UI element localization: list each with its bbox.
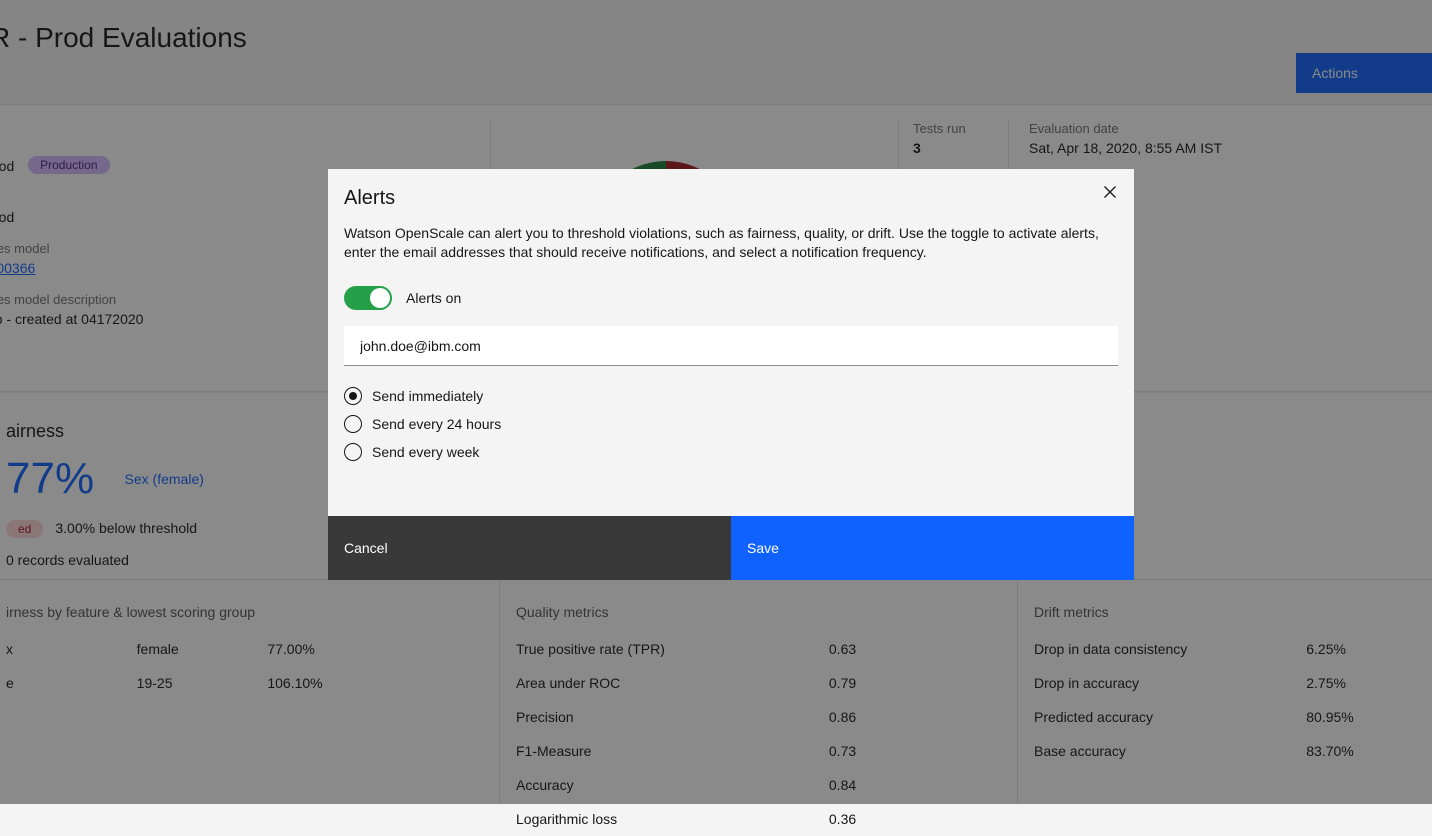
save-button[interactable]: Save [731,516,1134,580]
radio-send-every-24-hours[interactable]: Send every 24 hours [344,410,1118,438]
alerts-modal-title: Alerts [344,187,1114,210]
alerts-modal-header: Alerts Watson OpenScale can alert you to… [328,169,1134,262]
frequency-radio-group: Send immediately Send every 24 hours Sen… [344,382,1118,466]
radio-label: Send every week [372,444,479,460]
alerts-modal-description: Watson OpenScale can alert you to thresh… [344,224,1100,262]
toggle-knob [370,288,390,308]
alerts-modal-footer: Cancel Save [328,516,1134,580]
radio-send-every-week[interactable]: Send every week [344,438,1118,466]
alerts-toggle[interactable] [344,286,392,310]
alerts-toggle-label: Alerts on [406,290,461,306]
close-button[interactable] [1086,169,1134,217]
quality-metric-value: 0.36 [829,802,1001,836]
radio-send-immediately[interactable]: Send immediately [344,382,1118,410]
quality-metric-name: Logarithmic loss [516,802,829,836]
close-icon [1102,184,1118,203]
radio-label: Send every 24 hours [372,416,501,432]
alerts-modal: Alerts Watson OpenScale can alert you to… [328,169,1134,580]
alerts-modal-body: Alerts on Send immediately Send every 24… [328,262,1134,516]
radio-icon [344,415,362,433]
radio-icon [344,443,362,461]
table-row: Logarithmic loss 0.36 [516,802,1001,836]
alerts-toggle-row: Alerts on [344,286,1118,310]
cancel-button[interactable]: Cancel [328,516,731,580]
radio-icon [344,387,362,405]
radio-label: Send immediately [372,388,483,404]
email-input[interactable] [344,326,1118,366]
